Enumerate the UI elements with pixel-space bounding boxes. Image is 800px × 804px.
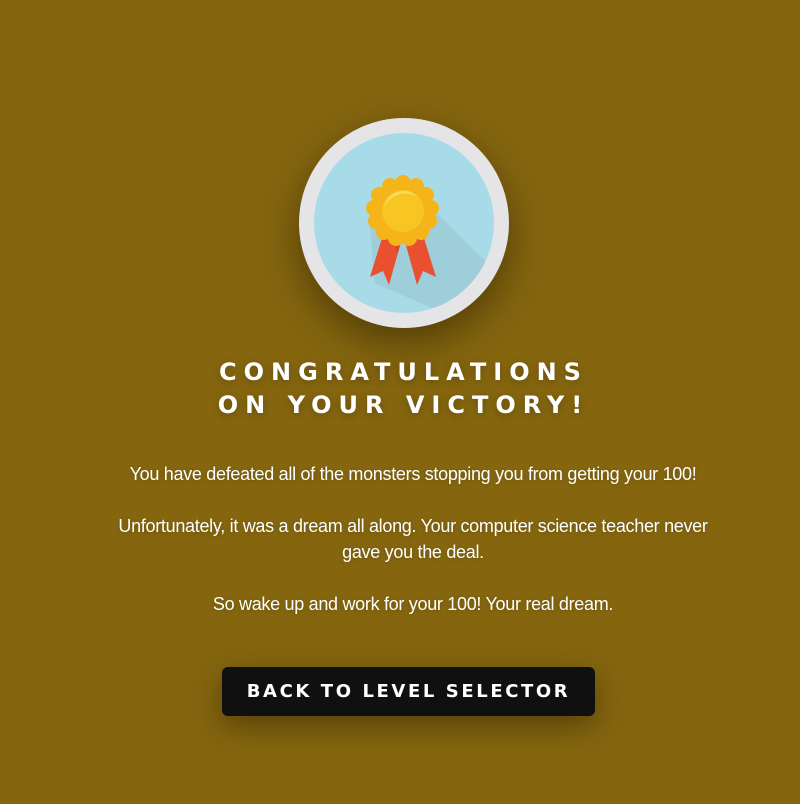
badge-circle bbox=[314, 133, 494, 313]
title-line-2: ON YOUR VICTORY! bbox=[217, 391, 590, 419]
dream-message: Unfortunately, it was a dream all along.… bbox=[118, 516, 708, 562]
wake-up-message: So wake up and work for your 100! Your r… bbox=[212, 594, 614, 614]
back-to-level-selector-button[interactable]: BACK TO LEVEL SELECTOR bbox=[222, 667, 595, 716]
award-rosette-icon bbox=[366, 175, 494, 313]
title-line-1: CONGRATULATIONS bbox=[219, 358, 588, 386]
victory-title: CONGRATULATIONS ON YOUR VICTORY! bbox=[0, 356, 800, 422]
victory-badge bbox=[299, 118, 509, 328]
victory-screen: CONGRATULATIONS ON YOUR VICTORY! You hav… bbox=[0, 0, 800, 804]
defeated-message: You have defeated all of the monsters st… bbox=[129, 464, 697, 484]
